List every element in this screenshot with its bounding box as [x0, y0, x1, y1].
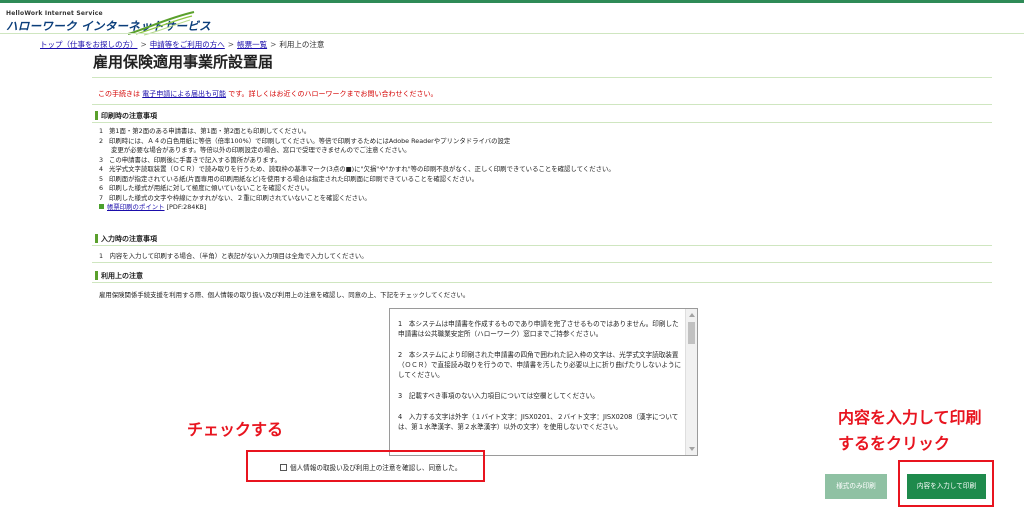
terms-scroll-box[interactable]: 1 本システムは申請書を作成するものであり申請を完了させるものではありません。印… — [389, 308, 698, 456]
consent-checkbox[interactable] — [280, 463, 287, 471]
usage-notes-divider — [92, 282, 992, 283]
breadcrumb-separator: > — [270, 40, 277, 49]
top-accent-line — [0, 0, 1024, 3]
electronic-application-notice: この手続きは 電子申請による届出も可能 です。詳しくはお近くのハローワークまでお… — [98, 89, 438, 99]
header-divider — [0, 33, 1024, 34]
list-item: 4 光学式文字読取装置（ＯＣＲ）で読み取りを行うため、読取枠の基準マーク(3点の■… — [99, 165, 615, 173]
green-bullet-icon — [99, 204, 104, 209]
terms-paragraph: 3 記載すべき事項のない入力項目については空欄としてください。 — [398, 392, 599, 400]
annotation-check-label: チェックする — [187, 420, 284, 439]
usage-notes-text: 雇用保険関係手続支援を利用する際、個人情報の取り扱い及び利用上の注意を確認し、同… — [99, 291, 470, 299]
print-notes-divider — [92, 122, 992, 123]
consent-highlight-box: 個人情報の取扱い及び利用上の注意を確認し、同意した。 — [246, 450, 485, 482]
terms-paragraph: 1 本システムは申請書を作成するものであり申請を完了させるものではありません。印… — [398, 320, 679, 338]
scroll-up-arrow-icon[interactable] — [689, 313, 695, 317]
usage-notes-heading: 利用上の注意 — [95, 271, 143, 281]
input-notes-bottom-divider — [92, 262, 992, 263]
form-only-print-button[interactable]: 様式のみ印刷 — [825, 474, 887, 499]
print-point-row: 帳票印刷のポイント [PDF:284KB] — [99, 203, 615, 213]
print-notes-heading: 印刷時の注意事項 — [95, 111, 157, 121]
annotation-print-line2: するをクリック — [838, 434, 951, 453]
scroll-down-arrow-icon[interactable] — [689, 447, 695, 451]
consent-label-text: 個人情報の取扱い及び利用上の注意を確認し、同意した。 — [290, 464, 462, 472]
breadcrumb: トップ（仕事をお探しの方） > 申請等をご利用の方へ > 帳票一覧 > 利用上の注意 — [40, 39, 324, 50]
annotation-print-label: 内容を入力して印刷 するをクリック — [838, 405, 982, 457]
annotation-print-line1: 内容を入力して印刷 — [838, 408, 982, 427]
list-item: 6 印刷した様式が用紙に対して極度に傾いていないことを確認ください。 — [99, 184, 314, 192]
consent-checkbox-label[interactable]: 個人情報の取扱い及び利用上の注意を確認し、同意した。 — [280, 462, 461, 472]
logo-service-label: HelloWork Internet Service — [6, 10, 103, 17]
list-item: 3 この申請書は、印刷後に手書きで記入する箇所があります。 — [99, 155, 281, 164]
breadcrumb-link-applications[interactable]: 申請等をご利用の方へ — [150, 40, 225, 49]
terms-scrollbar[interactable] — [685, 309, 697, 455]
list-item: 1 第1面・第2面のある申請書は、第1面・第2面とも印刷してください。 — [99, 127, 311, 135]
breadcrumb-link-form-list[interactable]: 帳票一覧 — [237, 40, 267, 49]
pdf-size-label: [PDF:284KB] — [164, 203, 207, 211]
terms-text: 1 本システムは申請書を作成するものであり申請を完了させるものではありません。印… — [398, 319, 684, 443]
terms-paragraph: 2 本システムにより印刷された申請書の四角で囲われた記入枠の文字は、光学式文字読… — [398, 351, 682, 379]
title-divider — [92, 77, 992, 78]
breadcrumb-current: 利用上の注意 — [279, 40, 325, 49]
list-item: 7 印刷した様式の文字や枠線にかすれがない、２重に印刷されていないことを確認くださ… — [99, 193, 371, 202]
breadcrumb-link-top[interactable]: トップ（仕事をお探しの方） — [40, 40, 138, 49]
print-notes-list: 1 第1面・第2面のある申請書は、第1面・第2面とも印刷してください。 2 印刷時に… — [99, 127, 615, 213]
electronic-application-link[interactable]: 電子申請による届出も可能 — [142, 90, 226, 98]
print-button-highlight-box: 内容を入力して印刷 — [898, 460, 994, 507]
print-point-pdf-link[interactable]: 帳票印刷のポイント — [107, 203, 165, 211]
input-notes-divider — [92, 245, 992, 246]
breadcrumb-separator: > — [227, 40, 235, 49]
notice-divider — [92, 104, 992, 105]
list-item: 2 印刷時には、Ａ４の白色用紙に等倍（倍率100%）で印刷してください。等倍で印刷… — [99, 136, 511, 145]
notice-prefix: この手続きは — [98, 90, 143, 98]
page-title: 雇用保険適用事業所設置届 — [93, 53, 274, 71]
scrollbar-thumb[interactable] — [688, 322, 695, 344]
terms-paragraph: 4 入力する文字は外字（１バイト文字：JISX0201、２バイト文字：JISX0… — [398, 413, 679, 431]
notice-suffix: です。詳しくはお近くのハローワークまでお問い合わせください。 — [226, 90, 438, 98]
list-item: 5 印刷面が指定されている紙(片面専用の印刷用紙など)を使用する場合は指定された印… — [99, 174, 479, 183]
input-and-print-button[interactable]: 内容を入力して印刷 — [907, 474, 986, 499]
breadcrumb-separator: > — [140, 40, 147, 49]
list-item: 変更が必要な場合があります。等倍以外の印刷設定の場合、窓口で受理できませんのでご… — [111, 146, 411, 154]
input-notes-heading: 入力時の注意事項 — [95, 234, 157, 244]
input-notes-text: 1 内容を入力して印刷する場合、（半角）と表記がない入力項目は全角で入力してくだ… — [99, 252, 368, 260]
